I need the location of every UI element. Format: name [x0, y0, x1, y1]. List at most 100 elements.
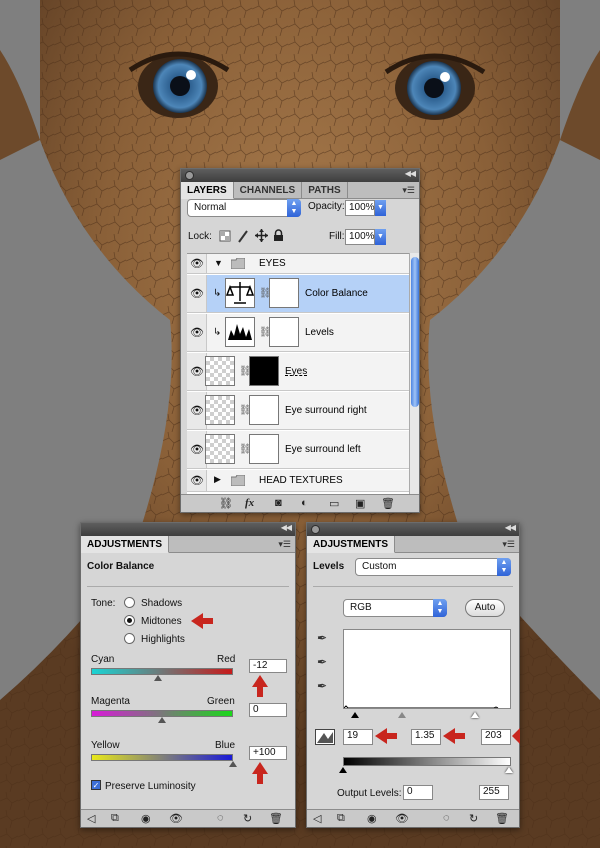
input-gamma-slider[interactable]	[398, 712, 406, 718]
layers-panel-titlebar[interactable]: ◀◀	[181, 169, 419, 182]
expand-view-icon[interactable]: ⧉	[337, 812, 345, 825]
layer-levels[interactable]: 👁 ↳ ⛓ Levels	[187, 314, 409, 352]
visibility-eye-icon[interactable]: 👁	[187, 275, 207, 312]
clip-arrow-icon: ↳	[213, 288, 222, 299]
visibility-eye-icon[interactable]: 👁	[187, 314, 207, 351]
cyan-red-value[interactable]: -12	[249, 659, 287, 673]
cyan-red-slider[interactable]	[91, 668, 233, 675]
fill-field[interactable]: 100% ▼	[345, 229, 386, 245]
input-black-field[interactable]: 19	[343, 729, 373, 745]
magenta-green-value[interactable]: 0	[249, 703, 287, 717]
layer-eye-surround-left[interactable]: 👁 ⛓ Eye surround left	[187, 431, 409, 469]
expand-triangle-icon[interactable]: ▶	[214, 474, 221, 485]
link-layers-icon[interactable]: ⛓	[219, 497, 233, 510]
clipping-warning-icon[interactable]	[315, 729, 335, 745]
layers-scrollbar[interactable]	[409, 253, 419, 499]
reset-icon[interactable]: ↻	[469, 812, 478, 825]
layer-color-balance[interactable]: 👁 ↳ ⛓ Color Balance	[187, 275, 409, 313]
tab-adjustments[interactable]: ADJUSTMENTS	[81, 536, 170, 553]
yellow-blue-value[interactable]: +100	[249, 746, 287, 760]
new-layer-icon[interactable]: ▣	[355, 497, 365, 510]
visibility-eye-icon[interactable]: 👁	[187, 254, 207, 273]
yellow-blue-slider[interactable]	[91, 754, 233, 761]
back-arrow-icon[interactable]: ◁	[313, 812, 321, 825]
layer-group-eyes[interactable]: 👁 ▼ EYES	[187, 254, 409, 274]
tab-layers[interactable]: LAYERS	[181, 182, 234, 199]
back-arrow-icon[interactable]: ◁	[87, 812, 95, 825]
white-eyedropper-icon[interactable]: ✒	[317, 679, 327, 693]
highlights-radio[interactable]	[124, 633, 135, 644]
magenta-label: Magenta	[91, 696, 130, 707]
lock-all-icon[interactable]	[273, 229, 284, 242]
auto-button[interactable]: Auto	[465, 599, 505, 617]
input-white-slider[interactable]	[471, 712, 479, 718]
expand-view-icon[interactable]: ⧉	[111, 812, 119, 825]
previous-state-icon[interactable]: ◌	[217, 812, 224, 824]
visibility-eye-icon[interactable]: 👁	[395, 812, 409, 825]
preserve-luminosity-checkbox[interactable]: ✓	[91, 780, 101, 790]
dropdown-arrow-icon[interactable]: ▼	[375, 229, 386, 245]
panel-menu-icon[interactable]: ▾☰	[278, 539, 291, 550]
clip-to-layer-icon[interactable]: ◉	[367, 812, 377, 825]
expand-triangle-icon[interactable]: ▼	[214, 258, 223, 268]
collapse-icon[interactable]: ◀◀	[505, 523, 516, 532]
magenta-green-slider[interactable]	[91, 710, 233, 717]
midtones-radio[interactable]	[124, 615, 135, 626]
blend-mode-select[interactable]: Normal ▲ ▼	[187, 199, 301, 217]
gray-eyedropper-icon[interactable]: ✒	[317, 655, 327, 669]
input-gamma-field[interactable]: 1.35	[411, 729, 441, 745]
visibility-eye-icon[interactable]: 👁	[187, 353, 207, 390]
output-black-slider[interactable]	[339, 767, 347, 773]
close-icon[interactable]	[311, 525, 320, 534]
trash-icon[interactable]: 🗑	[495, 812, 509, 825]
lock-brush-icon[interactable]	[237, 229, 249, 243]
panel-title: Levels	[313, 561, 345, 572]
layer-group-head-textures[interactable]: 👁 ▶ HEAD TEXTURES	[187, 470, 409, 492]
add-mask-icon[interactable]: ◙	[275, 497, 282, 509]
collapse-icon[interactable]: ◀◀	[405, 169, 416, 178]
slider-knob[interactable]	[158, 717, 166, 723]
previous-state-icon[interactable]: ◌	[443, 812, 450, 824]
tab-adjustments[interactable]: ADJUSTMENTS	[307, 536, 396, 553]
output-white-slider[interactable]	[505, 767, 513, 773]
layer-eyes[interactable]: 👁 ⛓ Eyes	[187, 353, 409, 391]
panel-menu-icon[interactable]: ▾☰	[502, 539, 515, 550]
layer-eye-surround-right[interactable]: 👁 ⛓ Eye surround right	[187, 392, 409, 430]
preset-select[interactable]: Custom ▲ ▼	[355, 558, 511, 576]
visibility-eye-icon[interactable]: 👁	[187, 470, 207, 491]
new-group-icon[interactable]: ▭	[329, 497, 339, 510]
visibility-eye-icon[interactable]: 👁	[187, 392, 207, 429]
tab-paths[interactable]: PATHS	[302, 182, 348, 199]
shadows-radio[interactable]	[124, 597, 135, 608]
adjustments-titlebar[interactable]: ◀◀	[307, 523, 519, 536]
trash-icon[interactable]: 🗑	[381, 497, 395, 510]
clip-to-layer-icon[interactable]: ◉	[141, 812, 151, 825]
reset-icon[interactable]: ↻	[243, 812, 252, 825]
panel-menu-icon[interactable]: ▾☰	[402, 185, 415, 196]
output-white-field[interactable]: 255	[479, 785, 509, 800]
lock-transparent-icon[interactable]	[219, 230, 231, 242]
close-icon[interactable]	[185, 171, 194, 180]
output-black-field[interactable]: 0	[403, 785, 433, 800]
lock-move-icon[interactable]	[255, 229, 268, 242]
input-white-field[interactable]: 203	[481, 729, 511, 745]
channel-select[interactable]: RGB ▲ ▼	[343, 599, 447, 617]
dropdown-arrow-icon[interactable]: ▼	[375, 200, 386, 216]
red-arrow-annotation	[191, 613, 213, 629]
slider-knob[interactable]	[153, 675, 162, 681]
visibility-eye-icon[interactable]: 👁	[169, 812, 183, 825]
opacity-field[interactable]: 100% ▼	[345, 200, 386, 216]
new-adjustment-icon[interactable]: ◐	[301, 497, 308, 509]
collapse-icon[interactable]: ◀◀	[281, 523, 292, 532]
black-eyedropper-icon[interactable]: ✒	[317, 631, 327, 645]
histogram-icon	[228, 324, 252, 340]
trash-icon[interactable]: 🗑	[269, 812, 283, 825]
fx-icon[interactable]: fx	[245, 497, 254, 509]
blend-mode-value: Normal	[194, 202, 227, 213]
slider-knob[interactable]	[229, 761, 237, 767]
scrollbar-thumb[interactable]	[411, 257, 419, 407]
tab-channels[interactable]: CHANNELS	[234, 182, 303, 199]
input-black-slider[interactable]	[351, 712, 359, 718]
adjustments-titlebar[interactable]: ◀◀	[81, 523, 295, 536]
visibility-eye-icon[interactable]: 👁	[187, 431, 207, 468]
